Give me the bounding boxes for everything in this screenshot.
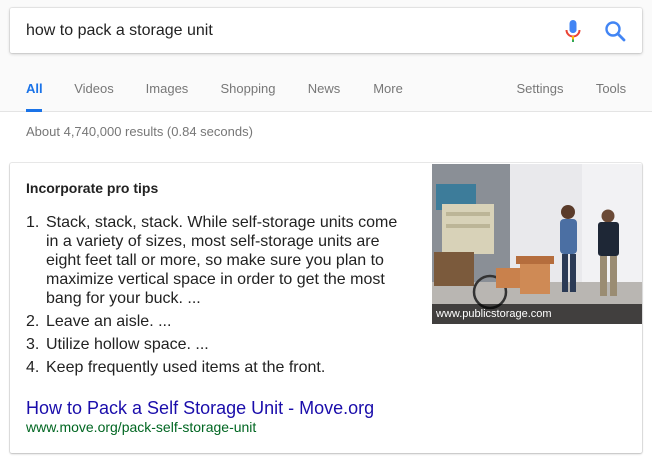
tab-settings[interactable]: Settings <box>515 72 565 112</box>
result-url[interactable]: www.move.org/pack-self-storage-unit <box>26 419 256 435</box>
list-number: 1. <box>26 214 40 231</box>
list-number: 4. <box>26 359 40 376</box>
results-count: About 4,740,000 results (0.84 seconds) <box>26 124 253 139</box>
tab-images[interactable]: Images <box>145 72 189 112</box>
tab-tools[interactable]: Tools <box>594 72 628 112</box>
tab-videos[interactable]: Videos <box>74 72 114 112</box>
search-icon[interactable] <box>603 19 627 43</box>
list-item: 2. Leave an aisle. ... <box>26 312 406 331</box>
tips-list: 1. Stack, stack, stack. While self-stora… <box>26 213 406 381</box>
list-item-text: Stack, stack, stack. While self-storage … <box>46 214 398 307</box>
snippet-heading: Incorporate pro tips <box>26 180 159 196</box>
search-input[interactable] <box>26 8 546 53</box>
tab-more[interactable]: More <box>372 72 404 112</box>
list-item: 1. Stack, stack, stack. While self-stora… <box>26 213 406 308</box>
storage-scene-image <box>432 164 642 324</box>
list-number: 2. <box>26 313 40 330</box>
list-item-text: Leave an aisle. ... <box>46 313 172 330</box>
tab-shopping[interactable]: Shopping <box>220 72 276 112</box>
list-number: 3. <box>26 336 40 353</box>
list-item: 3. Utilize hollow space. ... <box>26 335 406 354</box>
search-box[interactable] <box>10 8 642 53</box>
list-item: 4. Keep frequently used items at the fro… <box>26 358 406 377</box>
tab-all[interactable]: All <box>26 72 43 112</box>
tab-bar: All Videos Images Shopping News More Set… <box>0 72 652 112</box>
list-item-text: Utilize hollow space. ... <box>46 336 209 353</box>
snippet-image[interactable]: www.publicstorage.com <box>432 164 642 324</box>
featured-snippet-card: Incorporate pro tips 1. Stack, stack, st… <box>10 163 642 453</box>
mic-icon[interactable] <box>565 20 581 42</box>
result-title-link[interactable]: How to Pack a Self Storage Unit - Move.o… <box>26 398 374 419</box>
tab-news[interactable]: News <box>307 72 341 112</box>
list-item-text: Keep frequently used items at the front. <box>46 359 326 376</box>
image-source-caption: www.publicstorage.com <box>432 304 642 324</box>
